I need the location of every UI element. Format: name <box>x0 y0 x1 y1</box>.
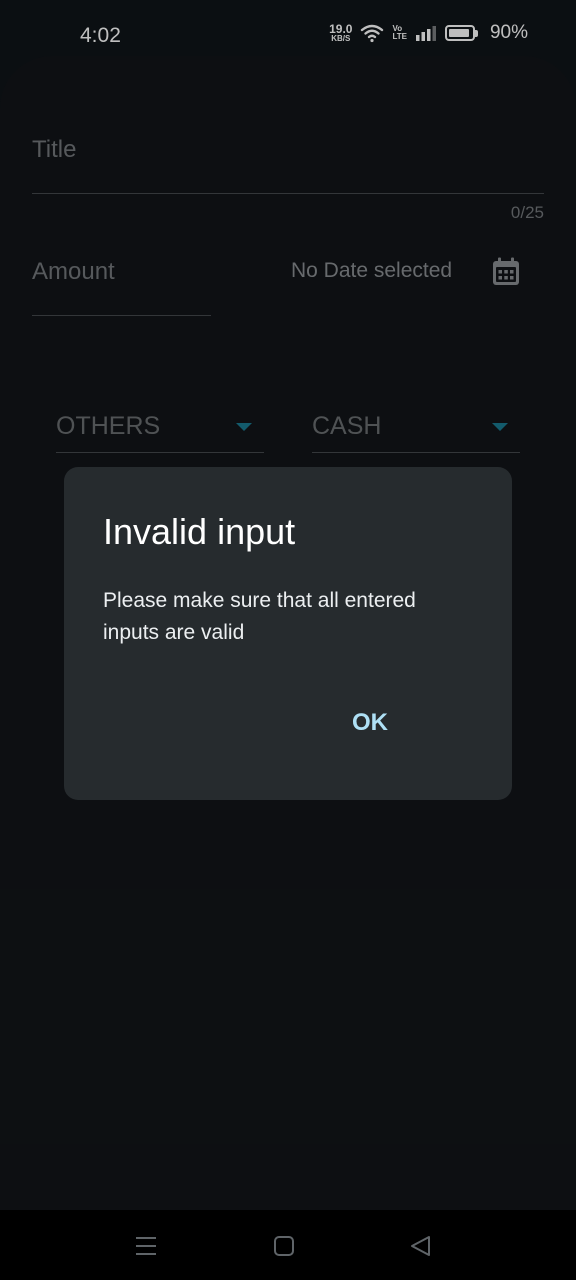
dialog-message: Please make sure that all entered inputs… <box>103 589 416 644</box>
dialog-title: Invalid input <box>103 511 296 552</box>
menu-lines-icon[interactable] <box>132 1232 160 1260</box>
invalid-input-dialog: Invalid input Please make sure that all … <box>64 467 512 800</box>
system-navigation-bar <box>0 1210 576 1280</box>
square-icon[interactable] <box>270 1232 298 1260</box>
ok-button[interactable]: OK <box>334 693 406 753</box>
triangle-back-icon[interactable] <box>407 1232 435 1260</box>
